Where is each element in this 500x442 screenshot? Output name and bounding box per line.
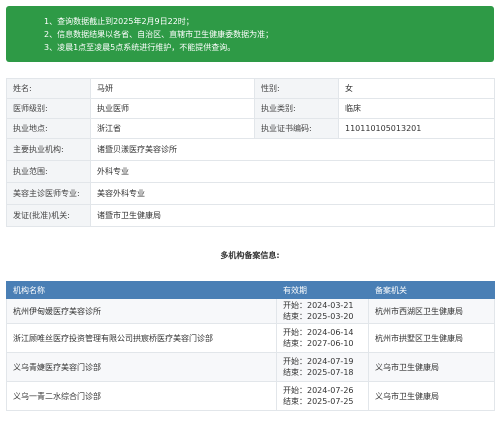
table-row: 义乌一青二水综合门诊部 开始：2024-07-26 结束：2025-07-25 …	[6, 381, 495, 411]
gender-value: 女	[338, 78, 495, 99]
place-value: 浙江省	[90, 118, 255, 139]
org-name: 浙江顾唯丝医疗投资管理有限公司拱宸桥医疗美容门诊部	[6, 323, 277, 353]
header-validity: 有效期	[276, 281, 369, 299]
doctor-info-table: 姓名: 马妍 性别: 女 医师级别: 执业医师 执业类别: 临床 执业地点: 浙…	[6, 78, 495, 227]
category-value: 临床	[338, 98, 495, 119]
org-label: 主要执业机构:	[6, 138, 91, 161]
start-prefix: 开始：	[283, 328, 307, 337]
org-name: 杭州伊甸媛医疗美容诊所	[6, 298, 277, 324]
issuer-value: 诸暨市卫生健康局	[90, 204, 495, 227]
notice-line: 2、信息数据结果以各省、自治区、直辖市卫生健康委数据为准；	[44, 30, 274, 39]
notice-line: 1、查询数据截止到2025年2月9日22时；	[44, 17, 194, 26]
start-date: 2024-03-21	[307, 301, 354, 310]
validity: 开始：2024-03-21 结束：2025-03-20	[276, 298, 369, 324]
start-prefix: 开始：	[283, 357, 307, 366]
start-date: 2024-07-19	[307, 357, 354, 366]
authority: 杭州市拱墅区卫生健康局	[368, 323, 495, 353]
end-prefix: 结束：	[283, 397, 307, 406]
issuer-label: 发证(批准)机关:	[6, 204, 91, 227]
end-prefix: 结束：	[283, 312, 307, 321]
validity: 开始：2024-07-26 结束：2025-07-25	[276, 381, 369, 411]
level-label: 医师级别:	[6, 98, 91, 119]
table-row: 义乌青婕医疗美容门诊部 开始：2024-07-19 结束：2025-07-18 …	[6, 352, 495, 382]
end-date: 2025-03-20	[307, 312, 354, 321]
multi-org-title: 多机构备案信息:	[220, 251, 280, 260]
cert-label: 执业证书编码:	[254, 118, 339, 139]
authority: 杭州市西湖区卫生健康局	[368, 298, 495, 324]
end-prefix: 结束：	[283, 368, 307, 377]
cosmetic-value: 美容外科专业	[90, 182, 495, 205]
end-date: 2025-07-25	[307, 397, 354, 406]
scope-label: 执业范围:	[6, 160, 91, 183]
start-date: 2024-06-14	[307, 328, 354, 337]
name-label: 姓名:	[6, 78, 91, 99]
name-value: 马妍	[90, 78, 255, 99]
level-value: 执业医师	[90, 98, 255, 119]
start-date: 2024-07-26	[307, 386, 354, 395]
table-row: 浙江顾唯丝医疗投资管理有限公司拱宸桥医疗美容门诊部 开始：2024-06-14 …	[6, 323, 495, 353]
scope-value: 外科专业	[90, 160, 495, 183]
validity: 开始：2024-06-14 结束：2027-06-10	[276, 323, 369, 353]
cert-value: 110110105013201	[338, 118, 495, 139]
org-name: 义乌青婕医疗美容门诊部	[6, 352, 277, 382]
end-date: 2025-07-18	[307, 368, 354, 377]
header-authority: 备案机关	[368, 281, 495, 299]
start-prefix: 开始：	[283, 386, 307, 395]
authority: 义乌市卫生健康局	[368, 352, 495, 382]
cosmetic-label: 美容主诊医师专业:	[6, 182, 91, 205]
end-prefix: 结束：	[283, 339, 307, 348]
notice-line: 3、凌晨1点至凌晨5点系统进行维护，不能提供查询。	[44, 43, 236, 52]
table-header: 机构名称 有效期 备案机关	[6, 281, 495, 299]
gender-label: 性别:	[254, 78, 339, 99]
authority: 义乌市卫生健康局	[368, 381, 495, 411]
start-prefix: 开始：	[283, 301, 307, 310]
header-org: 机构名称	[6, 281, 277, 299]
validity: 开始：2024-07-19 结束：2025-07-18	[276, 352, 369, 382]
table-row: 杭州伊甸媛医疗美容诊所 开始：2024-03-21 结束：2025-03-20 …	[6, 298, 495, 324]
org-name: 义乌一青二水综合门诊部	[6, 381, 277, 411]
multi-org-table: 机构名称 有效期 备案机关 杭州伊甸媛医疗美容诊所 开始：2024-03-21 …	[6, 281, 495, 411]
category-label: 执业类别:	[254, 98, 339, 119]
place-label: 执业地点:	[6, 118, 91, 139]
end-date: 2027-06-10	[307, 339, 354, 348]
notice-banner: 1、查询数据截止到2025年2月9日22时； 2、信息数据结果以各省、自治区、直…	[6, 6, 494, 62]
org-value: 诸暨贝漾医疗美容诊所	[90, 138, 495, 161]
